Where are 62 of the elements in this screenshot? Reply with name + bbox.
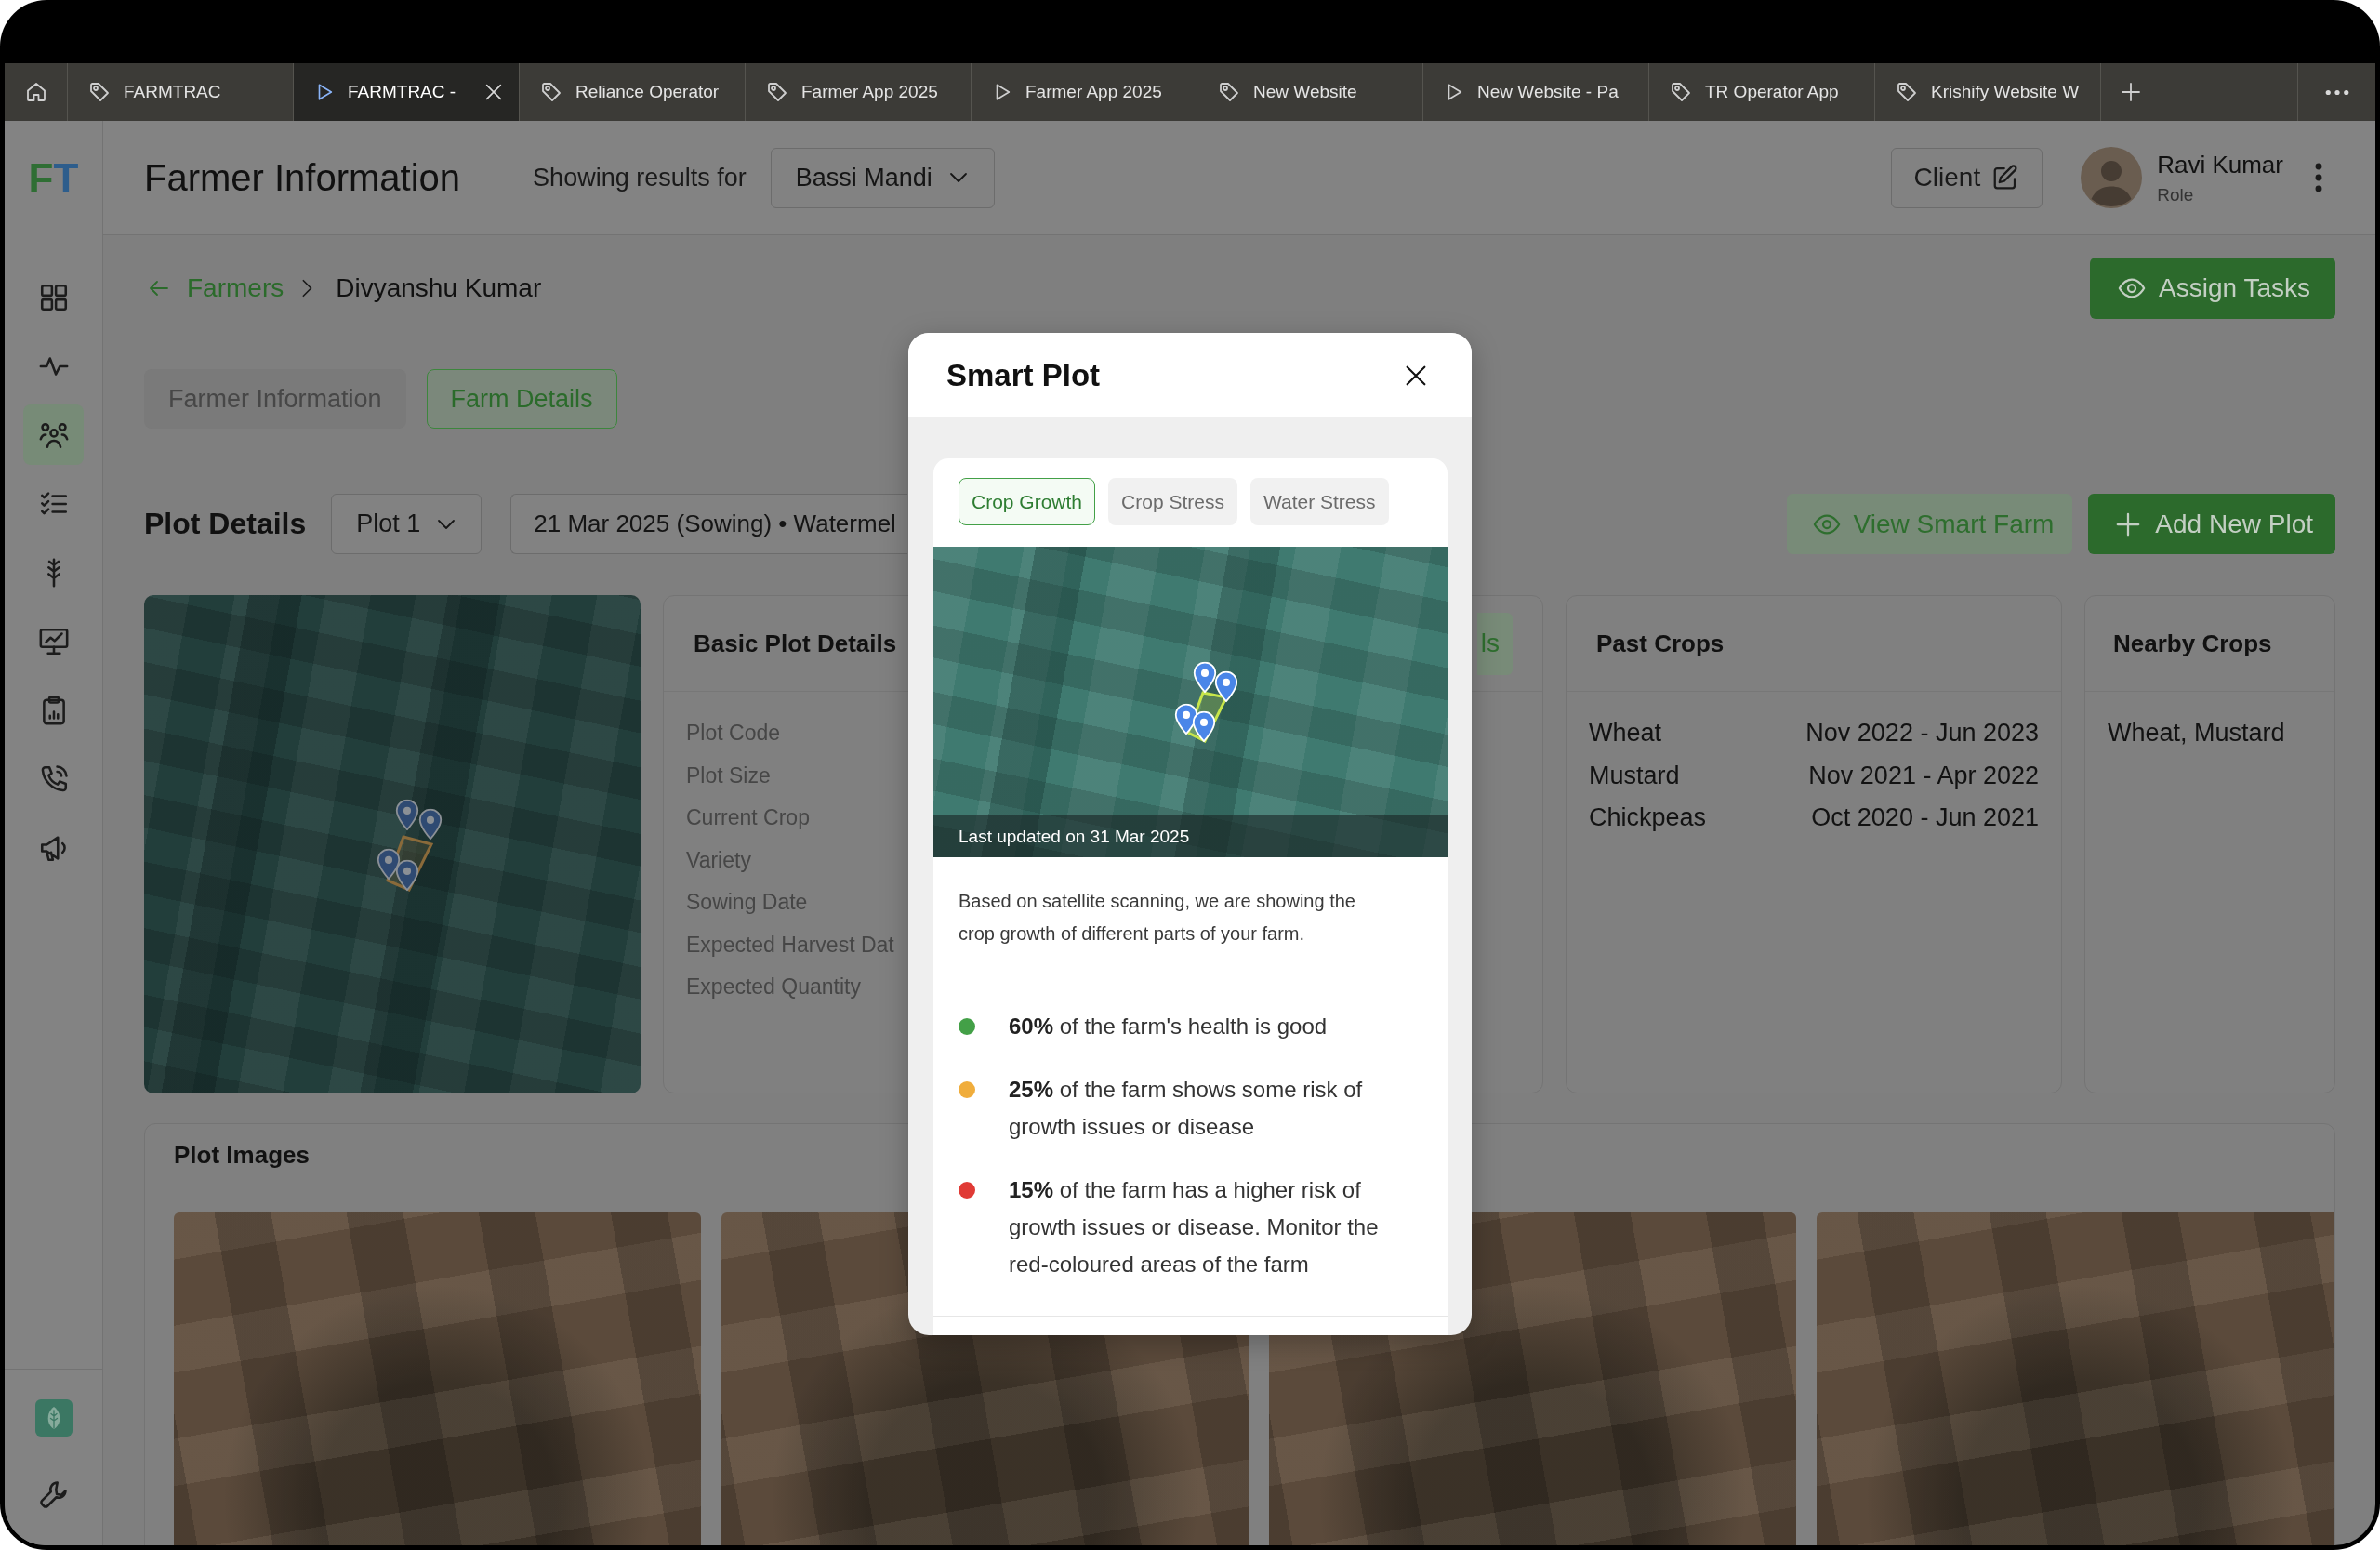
breadcrumb-current: Divyanshu Kumar [336, 273, 542, 303]
field-label: Current Crop [686, 804, 810, 831]
field-label: Expected Harvest Dat [686, 931, 894, 959]
tag-icon [540, 81, 562, 103]
more-vertical-icon[interactable] [2315, 163, 2322, 192]
field-label: Variety [686, 846, 751, 874]
close-icon[interactable] [483, 82, 504, 102]
user-name: Ravi Kumar [2157, 150, 2283, 179]
field-label: Plot Code [686, 720, 780, 747]
map-pin-icon [396, 860, 418, 891]
map-pin-icon [396, 800, 418, 830]
page-title: Farmer Information [144, 156, 461, 199]
tag-icon [1896, 81, 1918, 103]
crop-period: Nov 2022 - Jun 2023 [1805, 719, 2039, 749]
card-title: Nearby Crops [2113, 629, 2272, 658]
map-pin-icon [419, 809, 442, 840]
plot-dropdown[interactable]: Plot 1 [331, 494, 483, 554]
home-icon[interactable] [24, 81, 47, 103]
wrench-icon[interactable] [37, 1478, 70, 1510]
crop-period: Nov 2021 - Apr 2022 [1808, 761, 2039, 790]
legend-text: 60% of the farm's health is good [1009, 1013, 1328, 1040]
nearby-crops-value: Wheat, Mustard [2108, 719, 2285, 749]
tag-icon [1670, 81, 1692, 103]
client-button[interactable]: Client [1890, 147, 2043, 208]
crop-period: Oct 2020 - Jun 2021 [1811, 803, 2039, 833]
segment-tab[interactable]: Crop Stress [1108, 478, 1237, 525]
sidebar-item[interactable] [23, 404, 84, 465]
card-title: Past Crops [1596, 629, 1725, 658]
segment-tab[interactable]: Water Stress [1250, 478, 1389, 525]
crop-name: Chickpeas [1589, 803, 1707, 833]
more-icon[interactable] [2324, 88, 2349, 96]
app-logo: FT [28, 157, 79, 199]
map-pin-icon [377, 849, 400, 880]
card-title: Plot Images [174, 1140, 310, 1170]
map-pin-icon [1215, 671, 1237, 702]
field-label: Expected Quantity [686, 974, 861, 1000]
field-label: Plot Size [686, 762, 771, 789]
modal-title: Smart Plot [946, 357, 1101, 393]
tag-icon [766, 81, 788, 103]
description-text: Based on satellite scanning, we are showing the crop growth of different parts of your farm. [958, 890, 1356, 946]
user-role: Role [2157, 184, 2194, 205]
legend-text: 15% of the farm has a higher risk of growth issues or disease. Monitor the red-coloured areas of the farm [1009, 1176, 1380, 1278]
map-pin-icon [1193, 711, 1215, 742]
crop-name: Wheat [1589, 719, 1662, 749]
segment-tab[interactable]: Crop Growth [959, 478, 1096, 525]
legend-text: 25% of the farm shows some risk of growth issues or disease [1009, 1076, 1364, 1141]
map-caption: Last updated on 31 Mar 2025 [933, 815, 1448, 857]
avatar [2081, 147, 2143, 208]
location-dropdown[interactable]: Bassi Mandi [770, 147, 995, 208]
card-title: Basic Plot Details [694, 629, 897, 658]
tag-icon [1218, 81, 1240, 103]
plus-icon[interactable] [2120, 81, 2142, 103]
field-label: Sowing Date [686, 889, 808, 916]
map-pin-icon [1194, 662, 1216, 693]
tag-icon [88, 81, 111, 103]
browser-tab[interactable]: FARMTRAC - [294, 63, 520, 121]
add-new-plot-button[interactable]: Add New Plot [2088, 494, 2335, 554]
season-field[interactable]: 21 Mar 2025 (Sowing) • Watermel [510, 494, 908, 554]
filter-label: Showing results for [533, 163, 747, 192]
crop-name: Mustard [1589, 761, 1680, 790]
section-title: Plot Details [144, 507, 307, 541]
assign-tasks-button[interactable]: Assign Tasks [2090, 258, 2335, 319]
